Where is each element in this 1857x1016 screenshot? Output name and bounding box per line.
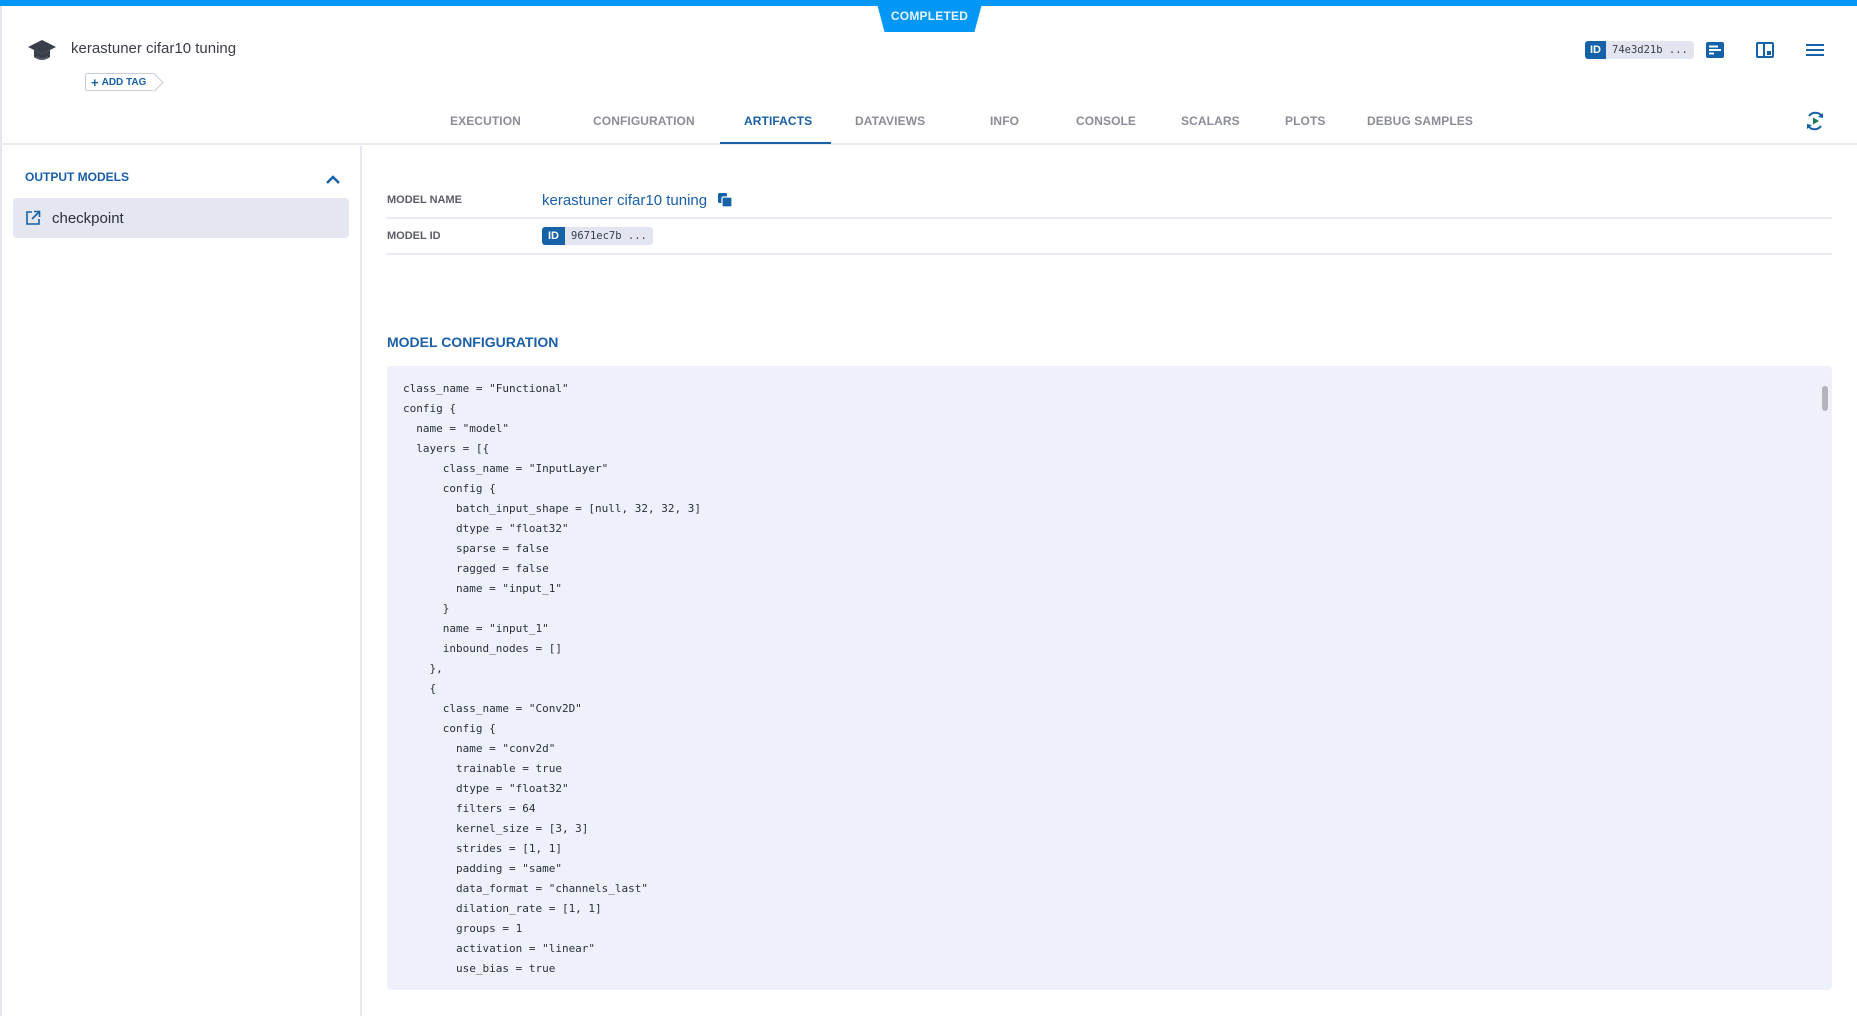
code-line: dtype = "float32": [403, 522, 569, 535]
scrollbar-thumb[interactable]: [1822, 386, 1828, 411]
code-line: name = "input_1": [403, 622, 549, 635]
tab-debug-samples[interactable]: DEBUG SAMPLES: [1341, 100, 1501, 145]
task-header: COMPLETED kerastuner cifar10 tuning + AD…: [0, 0, 1857, 145]
model-list-item[interactable]: checkpoint: [13, 198, 349, 238]
menu-button[interactable]: [1805, 40, 1825, 60]
code-line: config {: [403, 482, 496, 495]
model-id-value: 9671ec7b ...: [565, 227, 653, 245]
model-name-row: MODEL NAME kerastuner cifar10 tuning: [387, 183, 1832, 219]
code-line: {: [403, 682, 437, 695]
code-line: name = "input_1": [403, 582, 562, 595]
add-tag-label: ADD TAG: [101, 76, 147, 88]
auto-refresh-icon[interactable]: [1804, 110, 1826, 132]
code-line: dtype = "float32": [403, 782, 569, 795]
code-line: dilation_rate = [1, 1]: [403, 902, 602, 915]
id-tag: ID: [542, 227, 565, 245]
code-line: padding = "same": [403, 862, 562, 875]
code-line: class_name = "InputLayer": [403, 462, 609, 475]
code-line: layers = [{: [403, 442, 490, 455]
plus-icon: +: [91, 74, 99, 90]
model-configuration-title: MODEL CONFIGURATION: [387, 334, 559, 350]
model-id-row: MODEL ID ID 9671ec7b ...: [387, 219, 1832, 255]
code-line: name = "model": [403, 422, 509, 435]
model-name-label: MODEL NAME: [387, 194, 462, 206]
code-line: data_format = "channels_last": [403, 882, 649, 895]
tab-artifacts[interactable]: ARTIFACTS: [720, 100, 831, 145]
code-line: config {: [403, 722, 496, 735]
info-panel-button[interactable]: [1705, 40, 1725, 60]
tab-scalars[interactable]: SCALARS: [1154, 100, 1256, 145]
code-line: sparse = false: [403, 542, 549, 555]
code-line: kernel_size = [3, 3]: [403, 822, 589, 835]
model-id-chip[interactable]: ID 9671ec7b ...: [542, 227, 653, 245]
tab-dataviews[interactable]: DATAVIEWS: [831, 100, 953, 145]
layout-toggle-button[interactable]: [1755, 40, 1775, 60]
model-item-label: checkpoint: [52, 209, 124, 227]
panel-layout-icon: [1756, 42, 1774, 58]
task-tabs: EXECUTION CONFIGURATION ARTIFACTS DATAVI…: [430, 100, 1501, 145]
code-line: filters = 64: [403, 802, 536, 815]
artifact-details: MODEL NAME kerastuner cifar10 tuning MOD…: [362, 146, 1857, 1016]
code-line: },: [403, 662, 443, 675]
code-line: ragged = false: [403, 562, 549, 575]
code-line: class_name = "Functional": [403, 382, 569, 395]
model-id-label: MODEL ID: [387, 230, 441, 242]
code-line: trainable = true: [403, 762, 562, 775]
code-line: strides = [1, 1]: [403, 842, 562, 855]
code-line: activation = "linear": [403, 942, 596, 955]
tab-execution[interactable]: EXECUTION: [430, 100, 560, 145]
code-line: groups = 1: [403, 922, 523, 935]
details-icon: [1706, 42, 1724, 58]
tab-console[interactable]: CONSOLE: [1051, 100, 1154, 145]
external-link-icon: [26, 210, 41, 225]
code-line: config {: [403, 402, 456, 415]
tab-info[interactable]: INFO: [953, 100, 1051, 145]
tab-plots[interactable]: PLOTS: [1256, 100, 1341, 145]
id-tag: ID: [1585, 41, 1606, 59]
model-name-link[interactable]: kerastuner cifar10 tuning: [542, 192, 707, 209]
output-models-panel: OUTPUT MODELS checkpoint: [0, 146, 362, 1016]
code-line: inbound_nodes = []: [403, 642, 562, 655]
code-content: class_name = "Functional" config { name =…: [403, 379, 701, 979]
task-id-value: 74e3d21b ...: [1606, 41, 1694, 59]
hamburger-menu-icon: [1806, 44, 1824, 56]
task-id-chip[interactable]: ID 74e3d21b ...: [1585, 41, 1694, 59]
copy-icon[interactable]: [717, 192, 733, 208]
tab-configuration[interactable]: CONFIGURATION: [560, 100, 720, 145]
status-badge: COMPLETED: [876, 0, 983, 32]
add-tag-button[interactable]: + ADD TAG: [85, 73, 155, 91]
code-line: }: [403, 602, 450, 615]
chevron-up-icon[interactable]: [324, 172, 342, 186]
code-line: use_bias = true: [403, 962, 556, 975]
code-line: name = "conv2d": [403, 742, 556, 755]
code-line: class_name = "Conv2D": [403, 702, 582, 715]
section-title: OUTPUT MODELS: [25, 170, 129, 184]
task-title: kerastuner cifar10 tuning: [71, 40, 237, 57]
graduation-cap-icon: [28, 40, 56, 60]
model-configuration-code[interactable]: class_name = "Functional" config { name =…: [387, 366, 1832, 990]
code-line: batch_input_shape = [null, 32, 32, 3]: [403, 502, 702, 515]
